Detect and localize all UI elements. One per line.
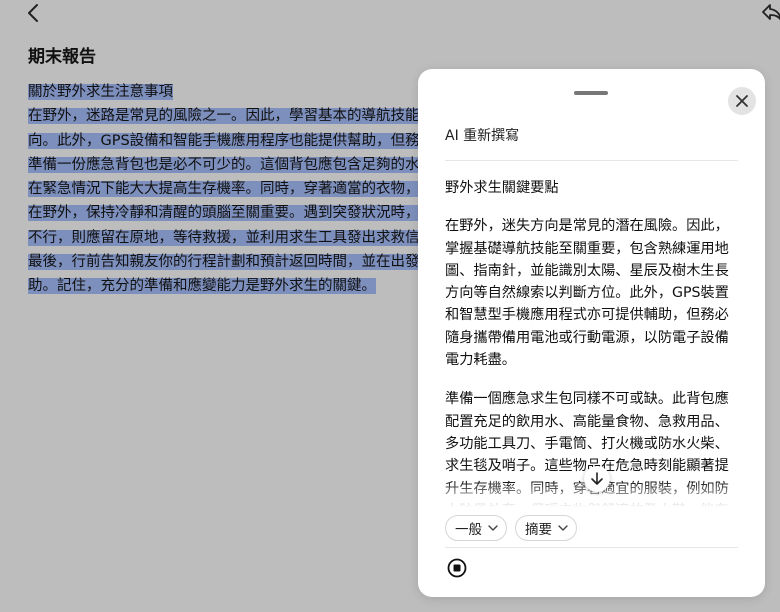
rewrite-heading: 野外求生關鍵要點 <box>445 180 559 196</box>
panel-title: AI 重新撰寫 <box>445 128 520 144</box>
rewrite-content[interactable]: 野外求生關鍵要點 在野外，迷失方向是常見的潛在風險。因此，掌握基礎導航技能至關重… <box>445 177 742 507</box>
drag-handle[interactable] <box>574 91 608 95</box>
ai-rewrite-panel: AI 重新撰寫 野外求生關鍵要點 在野外，迷失方向是常見的潛在風險。因此，掌握基… <box>418 69 765 597</box>
scroll-down-button[interactable] <box>584 466 610 492</box>
chevron-down-icon <box>488 525 498 531</box>
share-icon <box>762 4 780 21</box>
back-arrow-icon <box>28 4 38 22</box>
close-button[interactable] <box>728 87 756 115</box>
close-icon <box>736 95 748 107</box>
document-title: 期末報告 <box>28 47 96 67</box>
tone-dropdown[interactable]: 一般 <box>445 515 507 541</box>
arrow-down-icon <box>591 472 603 485</box>
stop-icon <box>447 558 467 578</box>
back-button[interactable] <box>24 2 44 24</box>
stop-button[interactable] <box>447 558 467 578</box>
divider <box>445 160 738 161</box>
format-label: 摘要 <box>525 522 552 538</box>
format-dropdown[interactable]: 摘要 <box>515 515 577 541</box>
tone-label: 一般 <box>455 522 482 538</box>
divider <box>445 547 738 548</box>
rewrite-paragraph: 在野外，迷失方向是常見的潛在風險。因此，掌握基礎導航技能至關重要，包含熟練運用地… <box>445 218 729 369</box>
share-button[interactable] <box>760 1 780 23</box>
top-bar <box>0 0 780 28</box>
chevron-down-icon <box>558 525 568 531</box>
